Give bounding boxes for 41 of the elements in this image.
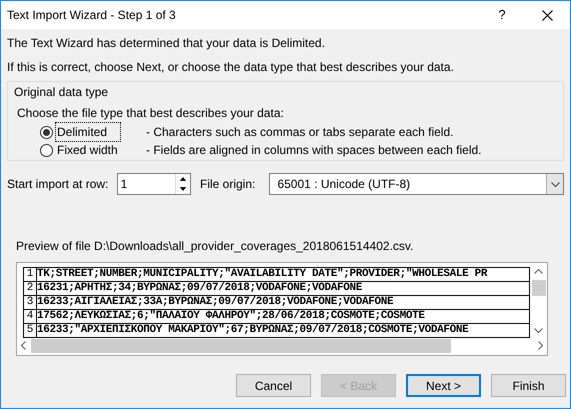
group-legend: Original data type xyxy=(14,83,557,101)
radio-button[interactable] xyxy=(40,144,53,156)
file-origin-label: File origin: xyxy=(200,176,256,193)
line-number: 5 xyxy=(24,324,37,337)
option-description: - Characters such as commas or tabs separate each field. xyxy=(146,124,454,141)
preview-line: 16233;"ΑΡΧΙΕΠΙΣΚΟΠΟΥ ΜΑΚΑΡΙΟΥ";67;ΒΥΡΩΝΑΣ;09/07/2018;COSMOTE;VODAFONE xyxy=(37,324,468,337)
scroll-right-icon[interactable] xyxy=(538,341,543,350)
option-description: - Fields are aligned in columns with spaces between each field. xyxy=(146,142,482,159)
dropdown-button[interactable] xyxy=(546,174,563,194)
scroll-left-icon[interactable] xyxy=(21,341,26,350)
line-number: 4 xyxy=(24,310,37,323)
scroll-down-icon[interactable] xyxy=(534,328,543,333)
dialog-button[interactable]: Next > xyxy=(406,374,481,397)
radio-label[interactable]: Fixed width xyxy=(55,140,121,160)
start-row-spinner[interactable]: 1 xyxy=(116,173,191,195)
window-title: Text Import Wizard - Step 1 of 3 xyxy=(7,7,177,24)
scroll-thumb[interactable] xyxy=(532,280,546,296)
dialog-button[interactable]: Cancel xyxy=(236,374,311,397)
line-number: 2 xyxy=(24,282,37,295)
spinner-value: 1 xyxy=(120,176,128,193)
radio-label[interactable]: Delimited xyxy=(55,122,121,142)
close-icon xyxy=(542,10,552,20)
line-number: 1 xyxy=(24,268,37,281)
group-prompt: Choose the file type that best describes your data: xyxy=(17,105,285,122)
scroll-up-icon[interactable] xyxy=(534,269,543,274)
scroll-thumb[interactable] xyxy=(31,338,451,352)
preview-line: 16231;ΑΡΗΤΗΣ;34;ΒΥΡΩΝΑΣ;09/07/2018;VODAFONE;VODAFONE xyxy=(37,282,362,295)
dialog-button[interactable]: Finish xyxy=(491,374,566,397)
intro-text: If this is correct, choose Next, or choose the data type that best describes your data. xyxy=(7,59,455,76)
preview-line: 17562;ΛΕΥΚΩΣΙΑΣ;6;"ΠΑΛΑΙΟΥ ΦΑΛΗΡΟΥ";28/06/2018;COSMOTE;COSMOTE xyxy=(37,310,425,323)
preview-line: TK;STREET;NUMBER;MUNICIPALITY;"AVAILABILITY DATE";PROVIDER;"WHOLESALE PR xyxy=(37,268,488,281)
preview-label: Preview of file D:\Downloads\all_provider_coverages_2018061514402.csv. xyxy=(16,238,414,255)
file-origin-dropdown[interactable]: 65001 : Unicode (UTF-8) xyxy=(269,173,564,195)
dropdown-value: 65001 : Unicode (UTF-8) xyxy=(276,176,412,193)
line-number: 3 xyxy=(24,296,37,309)
start-row-label: Start import at row: xyxy=(7,176,110,193)
chevron-down-icon xyxy=(550,182,560,186)
radio-button[interactable] xyxy=(40,126,53,138)
intro-text: The Text Wizard has determined that your data is Delimited. xyxy=(7,35,326,52)
preview-line: 16233;ΑΙΓΙΑΛΕΙΑΣ;33Α;ΒΥΡΩΝΑΣ;09/07/2018;VODAFONE;VODAFONE xyxy=(37,296,394,309)
help-button[interactable]: ? xyxy=(480,1,524,29)
